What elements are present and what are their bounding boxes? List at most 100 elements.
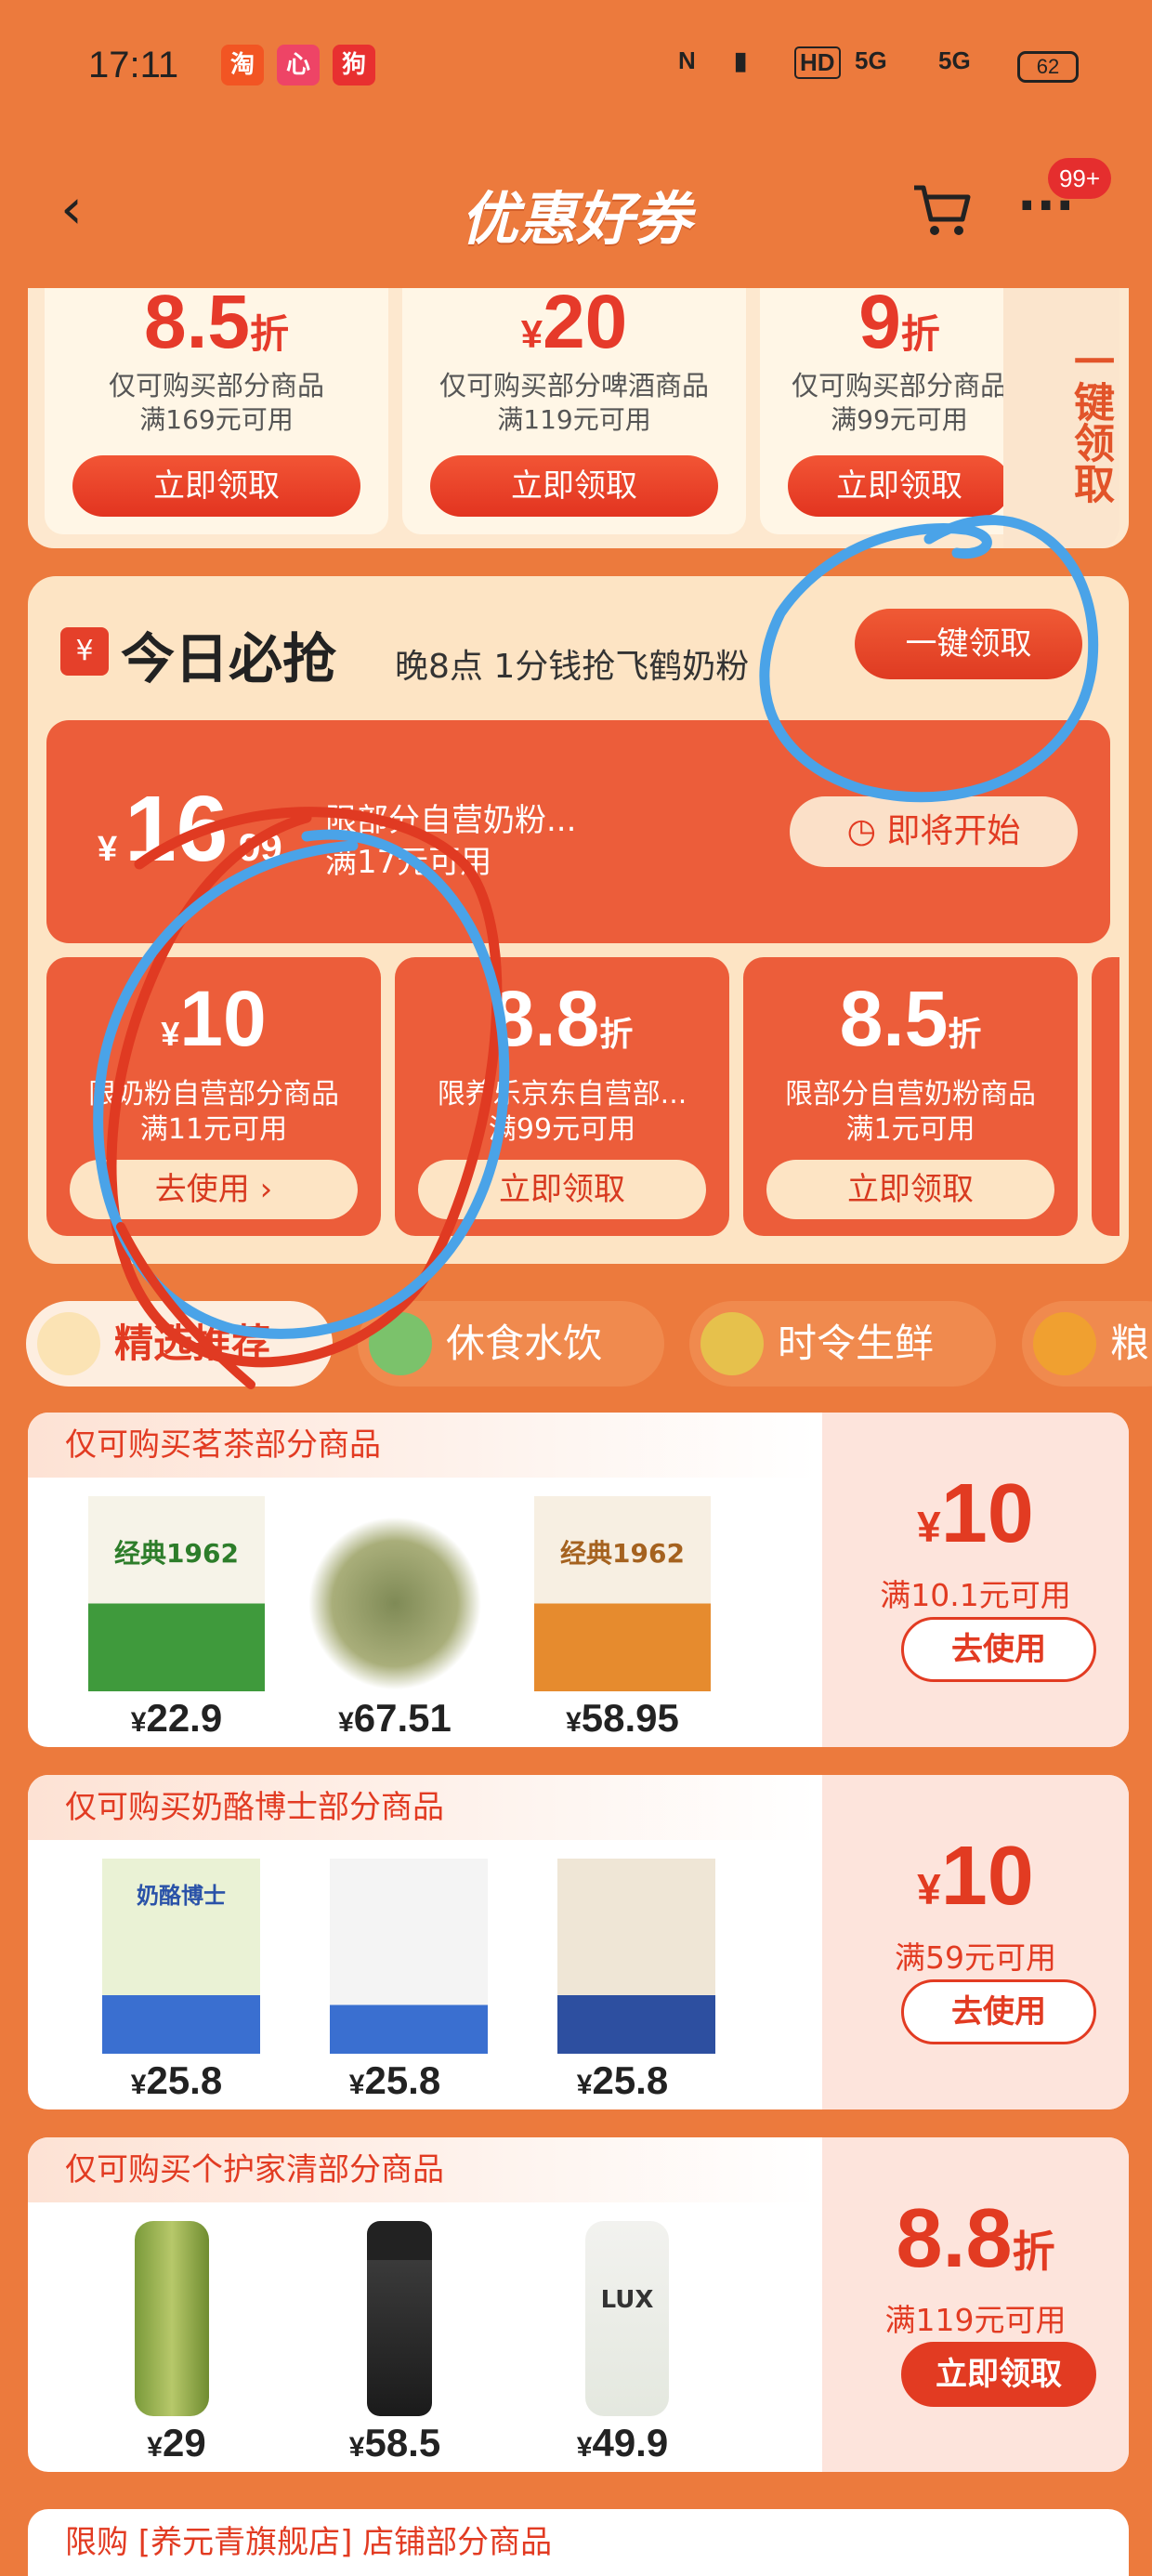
product-image[interactable]: 奶酪博士 bbox=[102, 1859, 260, 2054]
product-coupon: 仅可购买奶酪博士部分商品 奶酪博士 ¥25.8 ¥25.8 ¥25.8 ¥10 … bbox=[28, 1775, 1129, 2109]
price-value: 29 bbox=[162, 2421, 206, 2464]
one-key-claim-vertical[interactable]: 一键领取 bbox=[1003, 288, 1119, 548]
coupon-right-panel: ¥10 满10.1元可用 去使用 bbox=[822, 1413, 1129, 1747]
coupon-prefix: ¥ bbox=[917, 1503, 941, 1551]
coupon-header: 仅可购买个护家清部分商品 bbox=[28, 2137, 818, 2202]
coupon-cond: 满169元可用 bbox=[139, 404, 294, 435]
use-button[interactable]: 去使用 › bbox=[70, 1160, 358, 1219]
product-price: ¥67.51 bbox=[338, 1696, 452, 1740]
coupon-amount: 16 bbox=[124, 777, 229, 881]
wide-coupon: ¥16.99 限部分自营奶粉... 满17元可用 ◷ 即将开始 bbox=[46, 720, 1110, 943]
product-price: ¥25.8 bbox=[576, 2058, 669, 2102]
coupon-cond: 满59元可用 bbox=[895, 1939, 1056, 1976]
tab-recommended[interactable]: 精选推荐 bbox=[26, 1301, 333, 1387]
watermark: zhizhizhi.com bbox=[1013, 2542, 1125, 2562]
coupon-prefix: ¥ bbox=[98, 830, 118, 869]
coupon-header: 仅可购买茗茶部分商品 bbox=[28, 1413, 818, 1478]
coupon-unit: 折 bbox=[948, 1015, 982, 1053]
coupon-right-panel: 8.8折 满119元可用 立即领取 bbox=[822, 2137, 1129, 2472]
notification-badge: 99+ bbox=[1048, 158, 1111, 199]
claim-button[interactable]: 立即领取 bbox=[766, 1160, 1054, 1219]
price-value: 58.95 bbox=[581, 1696, 679, 1740]
coupon-unit: 折 bbox=[599, 1015, 634, 1053]
coupon-amount: 9 bbox=[858, 280, 901, 364]
coupon-icon bbox=[37, 1312, 100, 1375]
coupon-unit: 折 bbox=[249, 312, 289, 356]
status-time: 17:11 bbox=[88, 45, 179, 85]
coupon-cond: 满119元可用 bbox=[884, 2302, 1067, 2338]
coupon-amount: 10 bbox=[179, 975, 267, 1062]
price-value: 58.5 bbox=[364, 2421, 441, 2464]
claim-button[interactable]: 立即领取 bbox=[430, 455, 718, 517]
use-button[interactable]: 去使用 bbox=[901, 1617, 1096, 1682]
coupon-cond: 满99元可用 bbox=[488, 1113, 636, 1146]
product-image[interactable] bbox=[367, 2221, 432, 2416]
section-title: 今日必抢 bbox=[121, 627, 337, 690]
claim-button[interactable]: 立即领取 bbox=[901, 2342, 1096, 2407]
battery-icon: 62 bbox=[1017, 51, 1079, 83]
product-label: 奶酪博士 bbox=[137, 1883, 226, 1909]
price-value: 49.9 bbox=[592, 2421, 669, 2464]
product-image[interactable] bbox=[135, 2221, 209, 2416]
product-coupon: 仅可购买茗茶部分商品 经典1962 ¥22.9 ¥67.51 经典1962 ¥5… bbox=[28, 1413, 1129, 1747]
one-key-claim-button[interactable]: 一键领取 bbox=[855, 609, 1082, 679]
coupon-cond: 满99元可用 bbox=[831, 404, 968, 435]
tab-label: 精选推荐 bbox=[114, 1321, 271, 1366]
coupon-right-panel: ¥10 满59元可用 去使用 bbox=[822, 1775, 1129, 2109]
product-image[interactable] bbox=[307, 1496, 483, 1691]
price-value: 25.8 bbox=[364, 2058, 441, 2102]
price-value: 25.8 bbox=[592, 2058, 669, 2102]
page-title: 优惠好券 bbox=[460, 185, 691, 253]
tab-snacks-drinks[interactable]: 休食水饮 bbox=[358, 1301, 664, 1387]
coupon-prefix: ¥ bbox=[520, 312, 543, 356]
product-image[interactable] bbox=[557, 1859, 715, 2054]
product-price: ¥25.8 bbox=[130, 2058, 223, 2102]
fruit-icon bbox=[700, 1312, 764, 1375]
coupon-prefix: ¥ bbox=[161, 1015, 180, 1053]
coupon-icon: ¥ bbox=[60, 627, 109, 676]
vibrate-icon: ▮ bbox=[734, 46, 748, 74]
coupon-cond: 满10.1元可用 bbox=[880, 1577, 1071, 1613]
price-value: 22.9 bbox=[146, 1696, 223, 1740]
nfc-icon: N bbox=[678, 46, 696, 74]
signal-icon: 5G bbox=[938, 46, 971, 74]
coupon-cond: 满1元可用 bbox=[845, 1113, 975, 1146]
product-image[interactable] bbox=[330, 1859, 488, 2054]
coupon-amount: 8.5 bbox=[143, 280, 250, 364]
small-coupon-edge bbox=[1092, 957, 1119, 1236]
hd-icon: HD bbox=[794, 46, 841, 79]
product-image[interactable]: LUX bbox=[585, 2221, 669, 2416]
top-coupon: 8.5折 仅可购买部分商品 满169元可用 立即领取 bbox=[45, 280, 388, 534]
use-button[interactable]: 去使用 bbox=[901, 1979, 1096, 2044]
tab-grain[interactable]: 粮 bbox=[1022, 1301, 1152, 1387]
tab-fresh[interactable]: 时令生鲜 bbox=[689, 1301, 996, 1387]
tab-label: 休食水饮 bbox=[446, 1321, 603, 1366]
coupon-prefix: ¥ bbox=[917, 1865, 941, 1913]
product-price: ¥29 bbox=[147, 2421, 206, 2464]
claim-button[interactable]: 立即领取 bbox=[788, 455, 1011, 517]
coupon-amount: 20 bbox=[543, 280, 628, 364]
claim-button[interactable]: 立即领取 bbox=[72, 455, 360, 517]
use-label: 去使用 bbox=[154, 1171, 250, 1208]
claim-button[interactable]: 立即领取 bbox=[418, 1160, 706, 1219]
top-coupon: ¥20 仅可购买部分啤酒商品 满119元可用 立即领取 bbox=[402, 280, 746, 534]
coming-soon-button[interactable]: ◷ 即将开始 bbox=[790, 796, 1078, 867]
product-coupon: 仅可购买个护家清部分商品 ¥29 ¥58.5 LUX ¥49.9 8.8折 满1… bbox=[28, 2137, 1129, 2472]
coupon-unit: 折 bbox=[1012, 2228, 1055, 2276]
product-image[interactable]: 经典1962 bbox=[88, 1496, 265, 1691]
taobao-app-icon: 淘 bbox=[221, 45, 264, 85]
section-subtitle: 晚8点 1分钱抢飞鹤奶粉 bbox=[395, 648, 750, 686]
product-image[interactable]: 经典1962 bbox=[534, 1496, 711, 1691]
coupon-amount: 10 bbox=[940, 1830, 1034, 1923]
price-value: 25.8 bbox=[146, 2058, 223, 2102]
coupon-cond: 满11元可用 bbox=[139, 1113, 288, 1146]
product-price: ¥49.9 bbox=[576, 2421, 669, 2464]
chevron-right-icon: › bbox=[259, 1171, 273, 1208]
small-coupon: 8.8折 限养乐京东自营部... 满99元可用 立即领取 bbox=[395, 957, 729, 1236]
coupon-decimal: .99 bbox=[228, 825, 282, 869]
top-coupon: 9折 仅可购买部分商品 满99元可用 立即领取 bbox=[760, 280, 1039, 534]
product-price: ¥22.9 bbox=[130, 1696, 223, 1740]
drink-icon bbox=[1033, 1312, 1096, 1375]
product-label: LUX bbox=[600, 2286, 654, 2314]
cart-icon[interactable] bbox=[910, 177, 975, 242]
